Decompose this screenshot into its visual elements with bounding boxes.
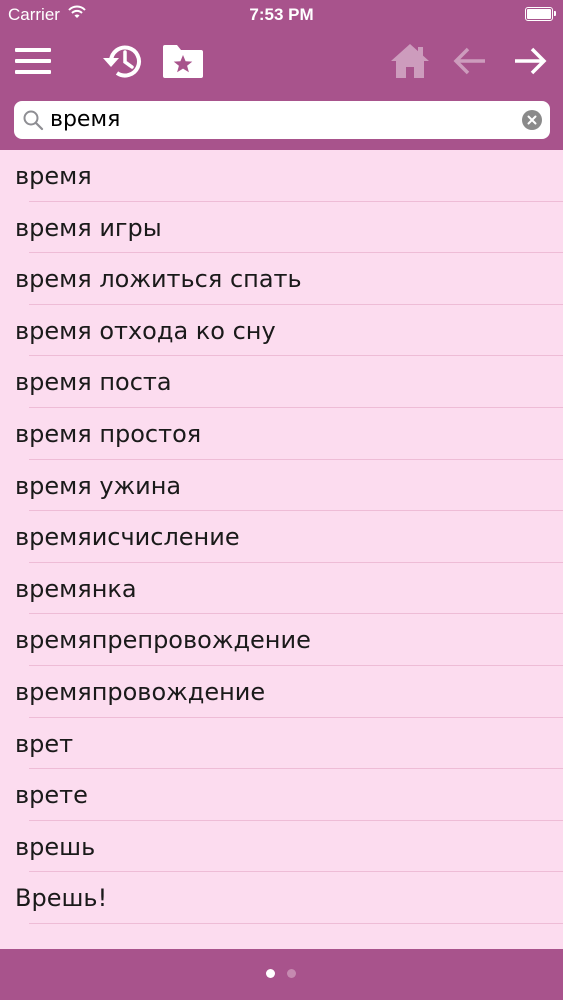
- back-button[interactable]: [447, 38, 493, 84]
- results-list: время время игры время ложиться спать вр…: [0, 150, 563, 949]
- result-item[interactable]: врет: [0, 718, 563, 770]
- result-item[interactable]: врешь: [0, 821, 563, 873]
- search-icon: [23, 110, 44, 131]
- result-item[interactable]: времяисчисление: [0, 511, 563, 563]
- favorites-folder-icon: [163, 45, 203, 78]
- page-indicator[interactable]: [0, 949, 563, 1000]
- history-icon: [103, 45, 141, 78]
- result-item[interactable]: время ложиться спать: [0, 253, 563, 305]
- favorites-button[interactable]: [160, 38, 206, 84]
- toolbar: [0, 30, 563, 92]
- history-button[interactable]: [99, 38, 145, 84]
- forward-button[interactable]: [507, 38, 553, 84]
- result-item[interactable]: Врешь!: [0, 872, 563, 924]
- result-item[interactable]: время поста: [0, 356, 563, 408]
- result-item[interactable]: врете: [0, 769, 563, 821]
- home-icon: [391, 44, 429, 78]
- clock: 7:53 PM: [249, 5, 314, 24]
- clear-icon: [527, 115, 537, 125]
- page-dot: [287, 969, 296, 978]
- result-item[interactable]: время простоя: [0, 408, 563, 460]
- home-button[interactable]: [387, 38, 433, 84]
- search-input[interactable]: [50, 101, 510, 139]
- battery-icon: [525, 7, 556, 21]
- status-bar: Carrier 7:53 PM: [0, 0, 563, 30]
- result-item[interactable]: времянка: [0, 563, 563, 615]
- result-item[interactable]: времяпровождение: [0, 666, 563, 718]
- result-item[interactable]: время игры: [0, 202, 563, 254]
- page-dot-current: [266, 969, 275, 978]
- result-item[interactable]: время ужина: [0, 460, 563, 512]
- arrow-right-icon: [515, 47, 547, 75]
- menu-icon: [15, 48, 51, 74]
- result-item[interactable]: время отхода ко сну: [0, 305, 563, 357]
- clear-search-button[interactable]: [522, 110, 542, 130]
- search-bar: [0, 92, 563, 150]
- result-item[interactable]: время: [0, 150, 563, 202]
- result-item[interactable]: времяпрепровождение: [0, 614, 563, 666]
- search-box[interactable]: [14, 101, 550, 139]
- menu-button[interactable]: [10, 38, 56, 84]
- arrow-left-icon: [453, 47, 485, 75]
